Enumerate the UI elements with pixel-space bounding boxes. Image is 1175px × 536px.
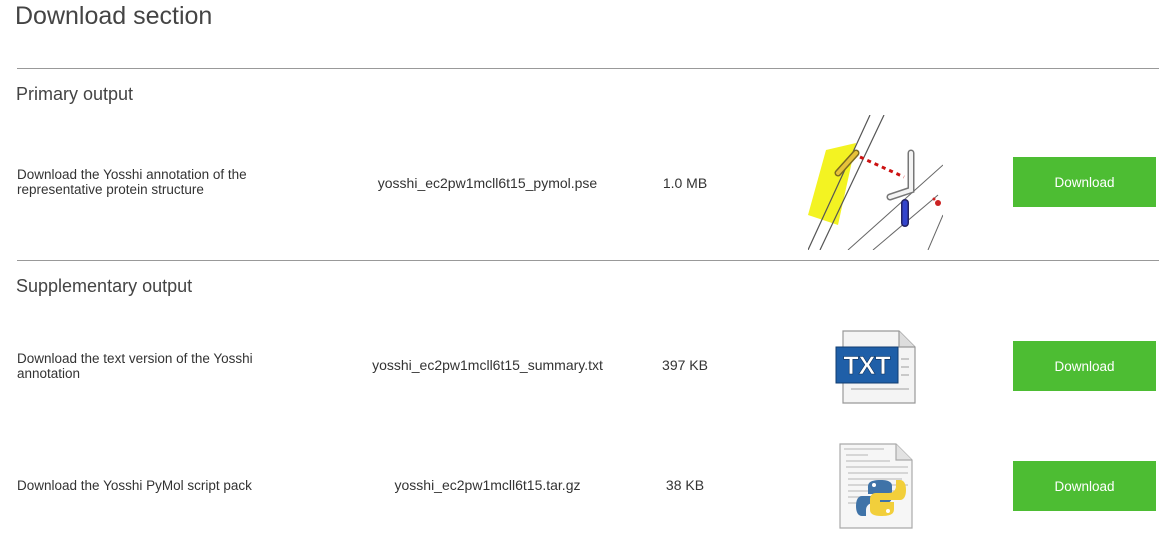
row-description: Download the Yosshi annotation of the re… [17,167,247,197]
divider [17,68,1159,69]
row-filename: yosshi_ec2pw1mcll6t15_summary.txt [372,357,603,373]
download-row-targz: Download the Yosshi PyMol script pack yo… [0,440,1175,530]
row-filesize: 1.0 MB [662,175,708,191]
download-button-txt[interactable]: Download [1013,341,1156,391]
download-row-pse: Download the Yosshi annotation of the re… [0,114,1175,251]
download-row-txt: Download the text version of the Yosshi … [0,325,1175,405]
txt-file-icon: TXT [835,329,917,405]
row-filename: yosshi_ec2pw1mcll6t15_pymol.pse [377,175,598,191]
page-title: Download section [15,2,213,30]
row-description: Download the Yosshi PyMol script pack [17,478,252,493]
row-filesize: 38 KB [665,477,705,493]
row-filename: yosshi_ec2pw1mcll6t15.tar.gz [394,477,581,493]
python-script-file-icon [838,442,914,530]
txt-icon-label: TXT [843,352,890,380]
row-description: Download the text version of the Yosshi … [17,351,253,381]
section-title-primary: Primary output [16,84,134,104]
download-button-pse[interactable]: Download [1013,157,1156,207]
download-button-targz[interactable]: Download [1013,461,1156,511]
row-filesize: 397 KB [662,357,708,373]
protein-structure-thumbnail [807,114,944,251]
divider [17,260,1159,261]
section-title-supplementary: Supplementary output [16,276,193,296]
